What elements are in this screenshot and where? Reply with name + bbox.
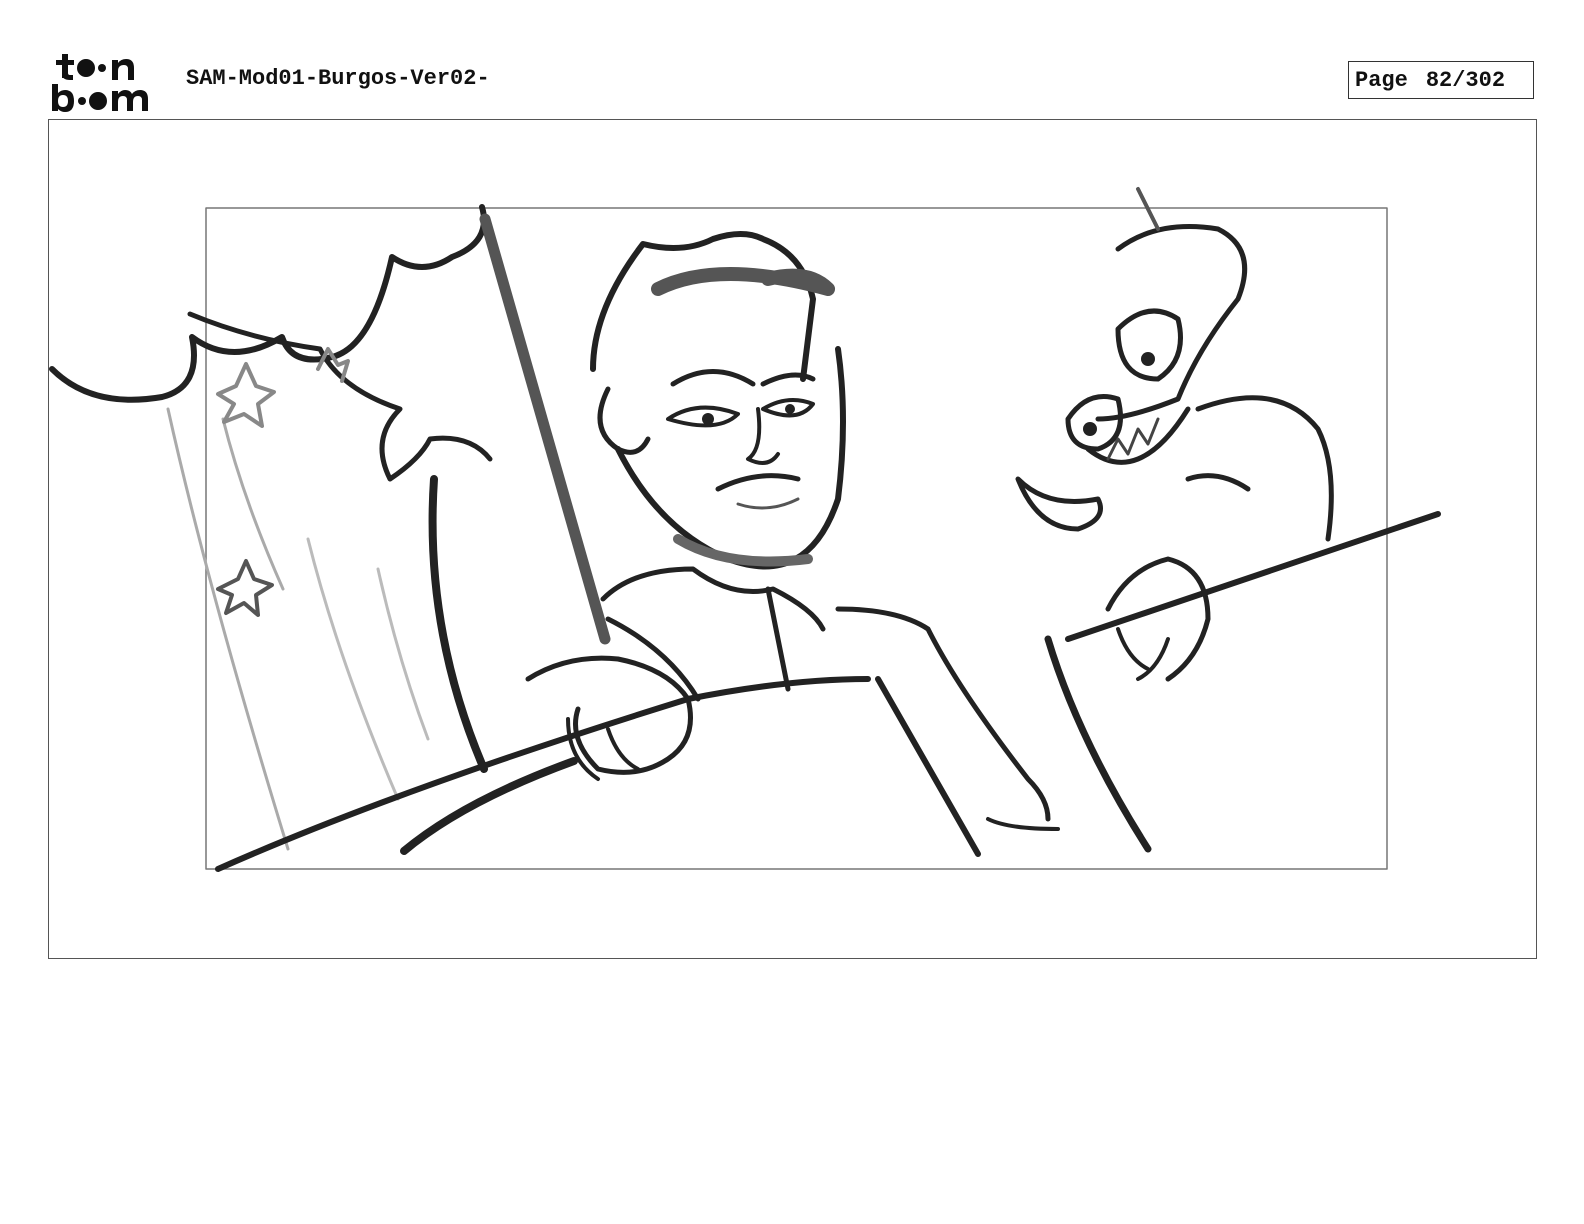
document-title: SAM-Mod01-Burgos-Ver02- xyxy=(186,66,490,91)
page-label: Page xyxy=(1355,67,1408,93)
storyboard-sketch-icon xyxy=(49,187,1441,872)
page-number: 82/302 xyxy=(1425,67,1506,93)
page-indicator: Page 82/302 xyxy=(1348,61,1534,99)
toonboom-logo xyxy=(52,54,148,112)
